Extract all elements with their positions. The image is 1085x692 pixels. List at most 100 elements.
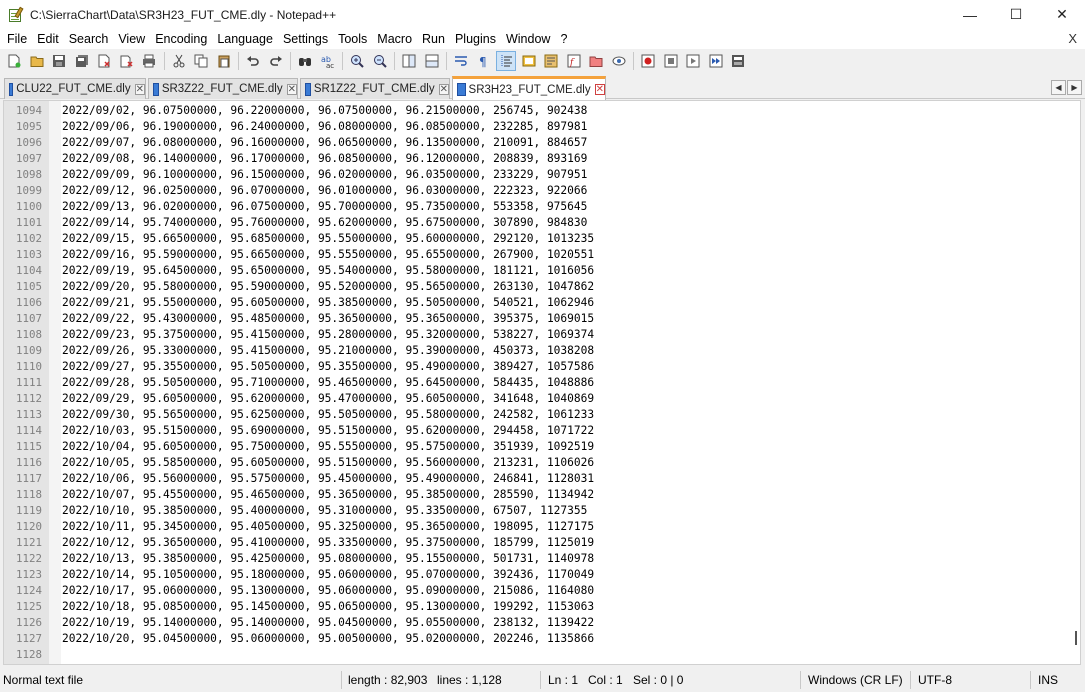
- editor-line[interactable]: 1099 2022/09/12, 96.02500000, 96.07000000…: [4, 183, 1004, 199]
- menu-search[interactable]: Search: [64, 29, 114, 49]
- line-text[interactable]: 2022/09/20, 95.58000000, 95.59000000, 95…: [62, 279, 594, 295]
- paste-button[interactable]: [214, 51, 234, 71]
- tab-scroll-right-button[interactable]: ▶: [1067, 80, 1082, 95]
- undo-button[interactable]: [243, 51, 263, 71]
- tab-clu22[interactable]: CLU22_FUT_CME.dly ✕: [4, 78, 146, 99]
- close-button[interactable]: ✕: [1039, 0, 1085, 29]
- define-language-button[interactable]: [519, 51, 539, 71]
- indent-guide-button[interactable]: [496, 51, 516, 71]
- editor-line[interactable]: 1105 2022/09/20, 95.58000000, 95.59000000…: [4, 279, 1004, 295]
- menu-run[interactable]: Run: [417, 29, 450, 49]
- close-document-button[interactable]: X: [1068, 29, 1077, 49]
- save-macro-button[interactable]: [728, 51, 748, 71]
- document-map-button[interactable]: [541, 51, 561, 71]
- editor-line[interactable]: 1100 2022/09/13, 96.02000000, 96.07500000…: [4, 199, 1004, 215]
- editor-line[interactable]: 1106 2022/09/21, 95.55000000, 95.60500000…: [4, 295, 1004, 311]
- line-text[interactable]: 2022/10/20, 95.04500000, 95.06000000, 95…: [62, 631, 594, 647]
- sync-vertical-button[interactable]: [399, 51, 419, 71]
- editor-line[interactable]: 1124 2022/10/17, 95.06000000, 95.13000000…: [4, 583, 1004, 599]
- editor-line[interactable]: 1128: [4, 647, 1004, 663]
- line-text[interactable]: 2022/10/18, 95.08500000, 95.14500000, 95…: [62, 599, 594, 615]
- tab-close-icon[interactable]: ✕: [134, 83, 145, 95]
- editor-line[interactable]: 1116 2022/10/05, 95.58500000, 95.60500000…: [4, 455, 1004, 471]
- editor-line[interactable]: 1102 2022/09/15, 95.66500000, 95.68500000…: [4, 231, 1004, 247]
- line-text[interactable]: 2022/09/06, 96.19000000, 96.24000000, 96…: [62, 119, 587, 135]
- run-macro-multiple-button[interactable]: [706, 51, 726, 71]
- editor-line[interactable]: 1115 2022/10/04, 95.60500000, 95.75000000…: [4, 439, 1004, 455]
- line-text[interactable]: 2022/10/14, 95.10500000, 95.18000000, 95…: [62, 567, 594, 583]
- tab-scroll-left-button[interactable]: ◀: [1051, 80, 1066, 95]
- editor-line[interactable]: 1125 2022/10/18, 95.08500000, 95.14500000…: [4, 599, 1004, 615]
- copy-button[interactable]: [191, 51, 211, 71]
- line-text[interactable]: 2022/09/16, 95.59000000, 95.66500000, 95…: [62, 247, 594, 263]
- editor-line[interactable]: 1120 2022/10/11, 95.34500000, 95.40500000…: [4, 519, 1004, 535]
- line-text[interactable]: 2022/09/09, 96.10000000, 96.15000000, 96…: [62, 167, 587, 183]
- editor-line[interactable]: 1107 2022/09/22, 95.43000000, 95.48500000…: [4, 311, 1004, 327]
- editor-line[interactable]: 1118 2022/10/07, 95.45500000, 95.46500000…: [4, 487, 1004, 503]
- editor-line[interactable]: 1113 2022/09/30, 95.56500000, 95.62500000…: [4, 407, 1004, 423]
- sync-horizontal-button[interactable]: [422, 51, 442, 71]
- line-text[interactable]: 2022/09/27, 95.35500000, 95.50500000, 95…: [62, 359, 594, 375]
- stop-recording-button[interactable]: [661, 51, 681, 71]
- cut-button[interactable]: [169, 51, 189, 71]
- line-text[interactable]: 2022/10/03, 95.51500000, 95.69000000, 95…: [62, 423, 594, 439]
- playback-macro-button[interactable]: [683, 51, 703, 71]
- editor-line[interactable]: 1122 2022/10/13, 95.38500000, 95.42500000…: [4, 551, 1004, 567]
- editor-line[interactable]: 1111 2022/09/28, 95.50500000, 95.71000000…: [4, 375, 1004, 391]
- record-macro-button[interactable]: [638, 51, 658, 71]
- line-text[interactable]: 2022/09/29, 95.60500000, 95.62000000, 95…: [62, 391, 594, 407]
- zoom-out-button[interactable]: [370, 51, 390, 71]
- line-text[interactable]: 2022/10/10, 95.38500000, 95.40000000, 95…: [62, 503, 587, 519]
- redo-button[interactable]: [266, 51, 286, 71]
- editor-line[interactable]: 1112 2022/09/29, 95.60500000, 95.62000000…: [4, 391, 1004, 407]
- open-file-button[interactable]: [27, 51, 47, 71]
- editor-line[interactable]: 1095 2022/09/06, 96.19000000, 96.24000000…: [4, 119, 1004, 135]
- line-text[interactable]: 2022/09/15, 95.66500000, 95.68500000, 95…: [62, 231, 594, 247]
- word-wrap-button[interactable]: [451, 51, 471, 71]
- editor-line[interactable]: 1098 2022/09/09, 96.10000000, 96.15000000…: [4, 167, 1004, 183]
- editor-line[interactable]: 1101 2022/09/14, 95.74000000, 95.76000000…: [4, 215, 1004, 231]
- editor-line[interactable]: 1110 2022/09/27, 95.35500000, 95.50500000…: [4, 359, 1004, 375]
- editor-line[interactable]: 1108 2022/09/23, 95.37500000, 95.41500000…: [4, 327, 1004, 343]
- line-text[interactable]: 2022/10/12, 95.36500000, 95.41000000, 95…: [62, 535, 594, 551]
- editor-line[interactable]: 1103 2022/09/16, 95.59000000, 95.66500000…: [4, 247, 1004, 263]
- menu-file[interactable]: File: [2, 29, 32, 49]
- menu-edit[interactable]: Edit: [32, 29, 64, 49]
- menu-view[interactable]: View: [113, 29, 150, 49]
- menu-macro[interactable]: Macro: [372, 29, 417, 49]
- line-text[interactable]: 2022/10/13, 95.38500000, 95.42500000, 95…: [62, 551, 594, 567]
- editor-line[interactable]: 1109 2022/09/26, 95.33000000, 95.41500000…: [4, 343, 1004, 359]
- menu-language[interactable]: Language: [212, 29, 278, 49]
- menu-settings[interactable]: Settings: [278, 29, 333, 49]
- line-text[interactable]: 2022/09/12, 96.02500000, 96.07000000, 96…: [62, 183, 587, 199]
- replace-button[interactable]: ab ac: [318, 51, 338, 71]
- line-text[interactable]: 2022/10/04, 95.60500000, 95.75000000, 95…: [62, 439, 594, 455]
- editor-line[interactable]: 1096 2022/09/07, 96.08000000, 96.16000000…: [4, 135, 1004, 151]
- editor-line[interactable]: 1114 2022/10/03, 95.51500000, 95.69000000…: [4, 423, 1004, 439]
- menu-encoding[interactable]: Encoding: [150, 29, 212, 49]
- line-text[interactable]: 2022/09/13, 96.02000000, 96.07500000, 95…: [62, 199, 587, 215]
- menu-tools[interactable]: Tools: [333, 29, 372, 49]
- zoom-in-button[interactable]: [347, 51, 367, 71]
- close-all-button[interactable]: [117, 51, 137, 71]
- tab-sr3h23[interactable]: SR3H23_FUT_CME.dly ✕: [452, 76, 606, 100]
- menu-plugins[interactable]: Plugins: [450, 29, 501, 49]
- tab-close-icon[interactable]: ✕: [438, 83, 449, 95]
- line-text[interactable]: 2022/09/23, 95.37500000, 95.41500000, 95…: [62, 327, 594, 343]
- editor-line[interactable]: 1127 2022/10/20, 95.04500000, 95.06000000…: [4, 631, 1004, 647]
- editor-line[interactable]: 1123 2022/10/14, 95.10500000, 95.18000000…: [4, 567, 1004, 583]
- menu-help[interactable]: ?: [555, 29, 572, 49]
- line-text[interactable]: 2022/09/21, 95.55000000, 95.60500000, 95…: [62, 295, 594, 311]
- find-button[interactable]: [295, 51, 315, 71]
- tab-close-icon[interactable]: ✕: [594, 84, 605, 95]
- minimize-button[interactable]: —: [947, 0, 993, 29]
- line-text[interactable]: 2022/09/22, 95.43000000, 95.48500000, 95…: [62, 311, 594, 327]
- line-text[interactable]: 2022/09/28, 95.50500000, 95.71000000, 95…: [62, 375, 594, 391]
- line-text[interactable]: 2022/09/26, 95.33000000, 95.41500000, 95…: [62, 343, 594, 359]
- text-editor[interactable]: 1094 2022/09/02, 96.07500000, 96.22000000…: [3, 100, 1081, 665]
- editor-line[interactable]: 1126 2022/10/19, 95.14000000, 95.14000000…: [4, 615, 1004, 631]
- save-all-button[interactable]: [72, 51, 92, 71]
- line-text[interactable]: 2022/10/07, 95.45500000, 95.46500000, 95…: [62, 487, 594, 503]
- line-text[interactable]: 2022/10/19, 95.14000000, 95.14000000, 95…: [62, 615, 594, 631]
- print-button[interactable]: [139, 51, 159, 71]
